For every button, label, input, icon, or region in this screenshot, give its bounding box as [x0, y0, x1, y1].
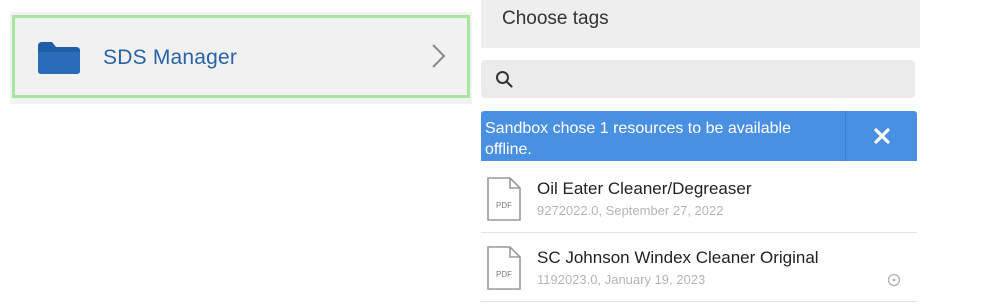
- list-item[interactable]: PDF Oil Eater Cleaner/Degreaser 9272022.…: [481, 164, 917, 233]
- pdf-file-icon: PDF: [487, 246, 521, 290]
- resource-list: PDF Oil Eater Cleaner/Degreaser 9272022.…: [481, 164, 917, 302]
- folder-list: SDS Manager: [10, 12, 472, 104]
- resource-title: SC Johnson Windex Cleaner Original: [537, 248, 819, 267]
- pdf-file-icon: PDF: [487, 177, 521, 221]
- banner-message: Sandbox chose 1 resources to be availabl…: [485, 120, 791, 158]
- search-bar[interactable]: [481, 60, 915, 98]
- resource-meta: 1192023.0, January 19, 2023: [537, 272, 706, 287]
- clock-icon: [887, 273, 901, 287]
- resource-meta: 9272022.0, September 27, 2022: [537, 203, 724, 218]
- folder-item-sds-manager[interactable]: SDS Manager: [12, 15, 470, 98]
- tags-panel: Choose tags Sandbox chose 1 resources to…: [481, 0, 920, 308]
- close-icon: [873, 128, 890, 144]
- resource-title: Oil Eater Cleaner/Degreaser: [537, 179, 752, 198]
- list-item[interactable]: PDF SC Johnson Windex Cleaner Original 1…: [481, 233, 917, 302]
- screen: SDS Manager Choose tags Sandbox chose 1 …: [0, 0, 1000, 308]
- chevron-right-icon: [432, 44, 446, 68]
- page-title: Choose tags: [502, 8, 609, 29]
- tags-header: Choose tags: [481, 0, 920, 48]
- search-icon: [496, 71, 513, 88]
- search-input[interactable]: [521, 66, 901, 92]
- offline-notification-banner: Sandbox chose 1 resources to be availabl…: [481, 111, 917, 161]
- pdf-badge-label: PDF: [496, 270, 512, 279]
- folder-icon: [38, 42, 80, 74]
- close-banner-button[interactable]: [846, 111, 917, 161]
- folder-label: SDS Manager: [103, 46, 238, 69]
- pdf-badge-label: PDF: [496, 201, 512, 210]
